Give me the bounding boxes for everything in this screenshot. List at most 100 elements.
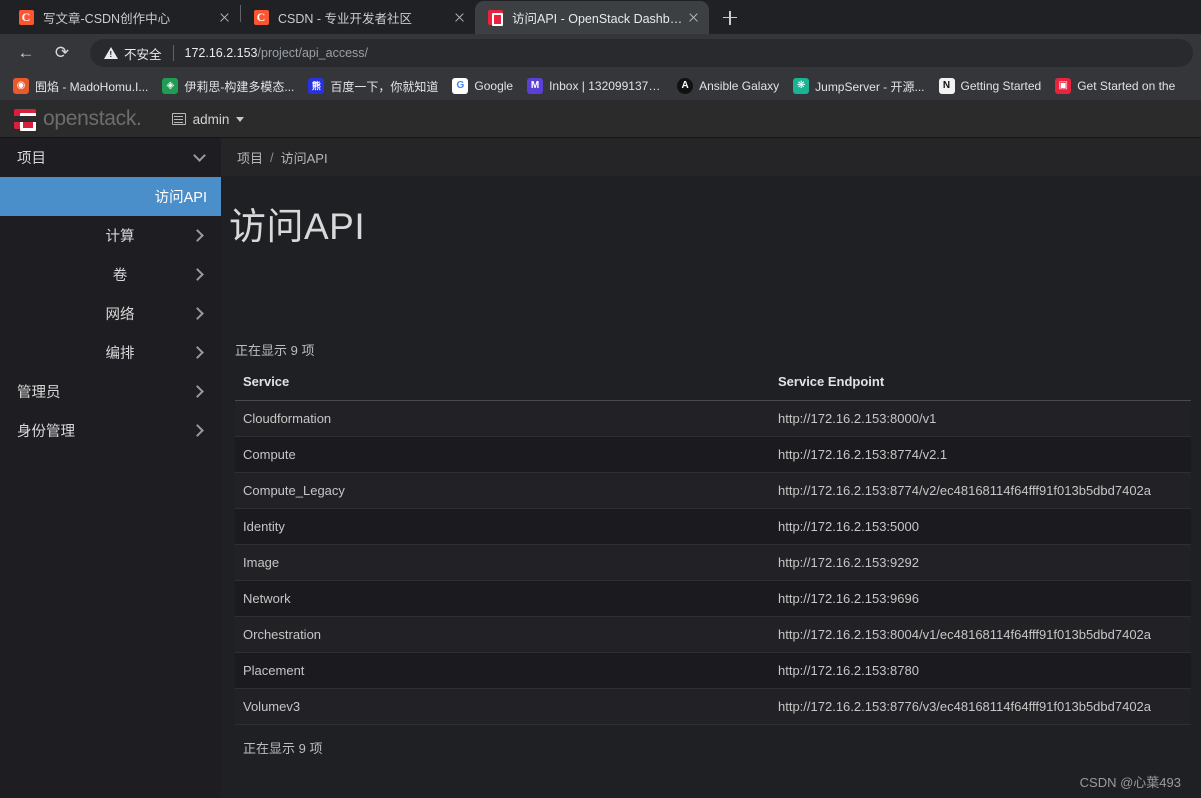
user-menu[interactable]: admin: [172, 112, 245, 127]
browser-tab-strip: C 写文章-CSDN创作中心 C CSDN - 专业开发者社区 访问API - …: [0, 0, 1201, 34]
cell-service: Cloudformation: [235, 401, 770, 437]
url-host: 172.16.2.153: [185, 46, 258, 60]
bookmark-label: JumpServer - 开源...: [815, 78, 924, 95]
cell-service: Orchestration: [235, 617, 770, 653]
chevron-right-icon: [191, 424, 204, 437]
cell-endpoint: http://172.16.2.153:5000: [770, 509, 1191, 545]
security-label: 不安全: [124, 44, 162, 63]
sidebar-item-label: 计算: [17, 225, 193, 246]
cell-endpoint: http://172.16.2.153:9292: [770, 545, 1191, 581]
bookmark-favicon-icon: ◉: [13, 78, 29, 94]
csdn-icon: C: [18, 10, 34, 26]
chevron-right-icon: [191, 268, 204, 281]
warning-triangle-icon: [104, 47, 118, 59]
bookmarks-bar: ◉ 囿焰 - MadoHomu.I... ◈伊莉思-构建多模态... 熊百度一下，…: [0, 72, 1201, 101]
reload-icon[interactable]: ⟳: [47, 38, 77, 68]
column-header-endpoint: Service Endpoint: [770, 374, 1191, 401]
sidebar-item-network[interactable]: 网络: [0, 294, 221, 333]
bookmark-label: Google: [474, 79, 513, 93]
sidebar-item-project[interactable]: 项目: [0, 138, 221, 177]
sidebar-item-label: 编排: [17, 342, 193, 363]
cell-service: Network: [235, 581, 770, 617]
bookmark-item[interactable]: ◉ 囿焰 - MadoHomu.I...: [6, 76, 155, 97]
sidebar-item-admin[interactable]: 管理员: [0, 372, 221, 411]
browser-tab-active[interactable]: 访问API - OpenStack Dashboard: [475, 1, 709, 34]
bookmark-item[interactable]: AAnsible Galaxy: [670, 76, 786, 96]
table-row: Network http://172.16.2.153:9696: [235, 581, 1191, 617]
bookmark-item[interactable]: GGoogle: [445, 76, 520, 96]
sidebar-item-compute[interactable]: 计算: [0, 216, 221, 255]
user-menu-label: admin: [193, 112, 230, 127]
breadcrumb-parent[interactable]: 项目: [237, 148, 263, 167]
column-header-service: Service: [235, 374, 770, 401]
csdn-icon: C: [253, 10, 269, 26]
bookmark-label: 百度一下，你就知道: [330, 78, 438, 95]
cell-endpoint: http://172.16.2.153:9696: [770, 581, 1191, 617]
project-list-icon: [172, 113, 186, 125]
showing-count-bottom: 正在显示 9 项: [235, 725, 1191, 757]
sidebar-item-api-access[interactable]: 访问API: [0, 177, 221, 216]
dashboard-body: 项目 访问API 计算 卷 网络 编排 管理员: [0, 138, 1201, 798]
sidebar-item-label: 卷: [17, 264, 193, 285]
table-row: Image http://172.16.2.153:9292: [235, 545, 1191, 581]
bookmark-item[interactable]: MInbox | 1320991378...: [520, 76, 670, 96]
chevron-right-icon: [191, 346, 204, 359]
bookmark-favicon-icon: 熊: [308, 78, 324, 94]
bookmark-item[interactable]: ◈伊莉思-构建多模态...: [155, 76, 301, 97]
openstack-brand: openstack.: [43, 107, 142, 131]
table-row: Placement http://172.16.2.153:8780: [235, 653, 1191, 689]
address-bar[interactable]: 不安全 172.16.2.153/project/api_access/: [90, 39, 1193, 67]
bookmark-item[interactable]: ❋ JumpServer - 开源...: [786, 76, 931, 97]
bookmark-favicon-icon: ◈: [162, 78, 178, 94]
browser-tab-title: 访问API - OpenStack Dashboard: [512, 8, 683, 27]
sidebar-item-volumes[interactable]: 卷: [0, 255, 221, 294]
openstack-icon: ▣: [1055, 78, 1071, 94]
new-tab-button[interactable]: [715, 3, 745, 31]
bookmark-label: Ansible Galaxy: [699, 79, 779, 93]
cell-service: Placement: [235, 653, 770, 689]
bookmark-label: 囿焰 - MadoHomu.I...: [35, 78, 148, 95]
sidebar-item-label: 项目: [17, 147, 46, 168]
openstack-header: openstack. admin: [0, 101, 1201, 138]
watermark: CSDN @心葉493: [1080, 772, 1181, 791]
cell-service: Identity: [235, 509, 770, 545]
close-icon[interactable]: [214, 7, 236, 29]
browser-tab-title: 写文章-CSDN创作中心: [43, 8, 214, 27]
api-endpoints-table: Service Service Endpoint Cloudformation …: [235, 374, 1191, 725]
bookmark-label: Getting Started: [961, 79, 1042, 93]
cell-service: Compute: [235, 437, 770, 473]
bookmark-favicon-icon: ❋: [793, 78, 809, 94]
bookmark-item[interactable]: N Getting Started: [932, 76, 1049, 96]
notion-icon: N: [939, 78, 955, 94]
sidebar-item-identity[interactable]: 身份管理: [0, 411, 221, 450]
browser-tab[interactable]: C 写文章-CSDN创作中心: [6, 1, 240, 34]
url-path: /project/api_access/: [258, 46, 368, 60]
cell-endpoint: http://172.16.2.153:8000/v1: [770, 401, 1191, 437]
sidebar: 项目 访问API 计算 卷 网络 编排 管理员: [0, 138, 221, 798]
table-header-row: Service Service Endpoint: [235, 374, 1191, 401]
cell-endpoint: http://172.16.2.153:8004/v1/ec48168114f6…: [770, 617, 1191, 653]
sidebar-item-label: 身份管理: [17, 420, 75, 441]
bookmark-label: Inbox | 1320991378...: [549, 79, 663, 93]
cell-endpoint: http://172.16.2.153:8774/v2.1: [770, 437, 1191, 473]
table-row: Identity http://172.16.2.153:5000: [235, 509, 1191, 545]
close-icon[interactable]: [449, 7, 471, 29]
openstack-icon: [487, 10, 503, 26]
bookmark-label: Get Started on the: [1077, 79, 1175, 93]
showing-count-top: 正在显示 9 项: [235, 340, 1191, 374]
cell-endpoint: http://172.16.2.153:8776/v3/ec48168114f6…: [770, 689, 1191, 725]
sidebar-item-orchestration[interactable]: 编排: [0, 333, 221, 372]
chevron-down-icon: [193, 149, 206, 162]
api-table-container: 正在显示 9 项 Service Service Endpoint Cloudf…: [221, 250, 1201, 757]
bookmark-item[interactable]: 熊百度一下，你就知道: [301, 76, 445, 97]
breadcrumb: 项目 / 访问API: [221, 138, 1201, 176]
back-arrow-icon[interactable]: ←: [11, 38, 41, 68]
close-icon[interactable]: [683, 7, 705, 29]
cell-service: Volumev3: [235, 689, 770, 725]
table-row: Cloudformation http://172.16.2.153:8000/…: [235, 401, 1191, 437]
page-title: 访问API: [221, 176, 1201, 250]
cell-endpoint: http://172.16.2.153:8774/v2/ec48168114f6…: [770, 473, 1191, 509]
bookmark-item[interactable]: ▣ Get Started on the: [1048, 76, 1182, 96]
browser-tab[interactable]: C CSDN - 专业开发者社区: [241, 1, 475, 34]
cell-endpoint: http://172.16.2.153:8780: [770, 653, 1191, 689]
